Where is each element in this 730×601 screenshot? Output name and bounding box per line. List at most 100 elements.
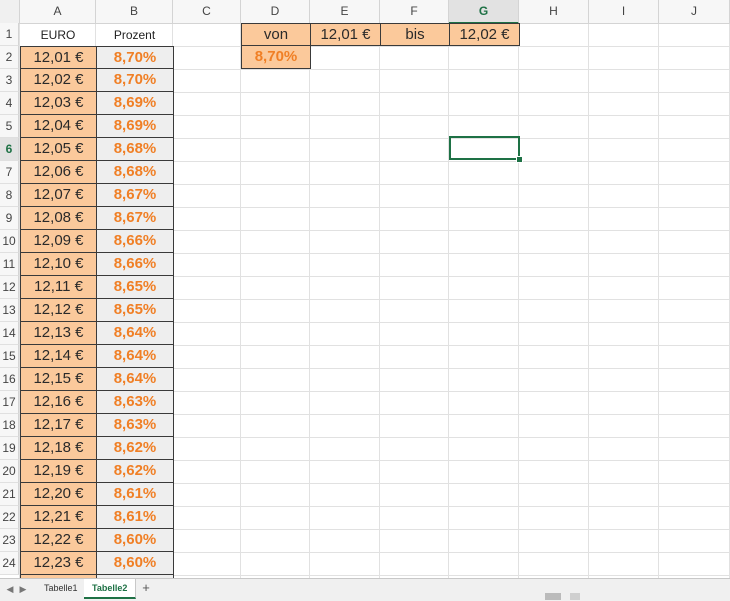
- percent-cell[interactable]: 8,67%: [97, 207, 174, 230]
- percent-cell[interactable]: 8,65%: [97, 276, 174, 299]
- column-header-row: ABCDEFGHIJ: [0, 0, 730, 24]
- fill-handle[interactable]: [516, 156, 523, 163]
- percent-cell[interactable]: 8,65%: [97, 299, 174, 322]
- percent-cell[interactable]: 8,61%: [97, 483, 174, 506]
- selected-cell-g6[interactable]: [449, 136, 520, 160]
- percent-cell[interactable]: 8,66%: [97, 253, 174, 276]
- row-header-16[interactable]: 16: [0, 368, 19, 391]
- row-header-17[interactable]: 17: [0, 391, 19, 414]
- euro-cell[interactable]: 12,21 €: [20, 506, 97, 529]
- row-header-18[interactable]: 18: [0, 414, 19, 437]
- column-header-h[interactable]: H: [519, 0, 589, 23]
- percent-cell[interactable]: 8,64%: [97, 322, 174, 345]
- euro-cell[interactable]: 12,13 €: [20, 322, 97, 345]
- row-header-22[interactable]: 22: [0, 506, 19, 529]
- percent-cell[interactable]: 8,69%: [97, 92, 174, 115]
- percent-cell[interactable]: 8,64%: [97, 368, 174, 391]
- row-header-21[interactable]: 21: [0, 483, 19, 506]
- euro-cell[interactable]: 12,14 €: [20, 345, 97, 368]
- column-header-c[interactable]: C: [173, 0, 241, 23]
- row-header-14[interactable]: 14: [0, 322, 19, 345]
- euro-cell[interactable]: 12,22 €: [20, 529, 97, 552]
- cell-g1-to-value[interactable]: 12,02 €: [449, 23, 520, 46]
- euro-cell[interactable]: 12,10 €: [20, 253, 97, 276]
- row-header-8[interactable]: 8: [0, 184, 19, 207]
- row-header-13[interactable]: 13: [0, 299, 19, 322]
- percent-cell[interactable]: 8,60%: [97, 529, 174, 552]
- euro-cell[interactable]: 12,04 €: [20, 115, 97, 138]
- cell-d1-von-label[interactable]: von: [241, 23, 311, 46]
- percent-cell[interactable]: 8,62%: [97, 437, 174, 460]
- row-header-9[interactable]: 9: [0, 207, 19, 230]
- select-all-corner[interactable]: [0, 0, 20, 23]
- percent-cell[interactable]: 8,63%: [97, 414, 174, 437]
- row-header-24[interactable]: 24: [0, 552, 19, 575]
- worksheet-grid[interactable]: ABCDEFGHIJ 1 2 3 4 5 6 7 8 9 10 11 12 13 14 15 16 17 18 19…: [0, 0, 730, 578]
- row-header-5[interactable]: 5: [0, 115, 19, 138]
- percent-cell[interactable]: 8,64%: [97, 345, 174, 368]
- euro-cell[interactable]: 12,02 €: [20, 69, 97, 92]
- euro-cell[interactable]: 12,15 €: [20, 368, 97, 391]
- percent-cell[interactable]: 8,66%: [97, 230, 174, 253]
- percent-cell[interactable]: 8,67%: [97, 184, 174, 207]
- normal-view-icon[interactable]: [545, 593, 561, 600]
- euro-cell[interactable]: 12,18 €: [20, 437, 97, 460]
- percent-cell[interactable]: 8,69%: [97, 115, 174, 138]
- row-header-11[interactable]: 11: [0, 253, 19, 276]
- column-header-f[interactable]: F: [380, 0, 449, 23]
- row-header-7[interactable]: 7: [0, 161, 19, 184]
- cell-e1-from-value[interactable]: 12,01 €: [310, 23, 381, 46]
- percent-cell[interactable]: 8,70%: [97, 69, 174, 92]
- euro-cell[interactable]: 12,05 €: [20, 138, 97, 161]
- cell-f1-bis-label[interactable]: bis: [380, 23, 450, 46]
- row-header-3[interactable]: 3: [0, 69, 19, 92]
- sheet-tab-bar: ◀ ▶ Tabelle1 Tabelle2 +: [0, 578, 730, 601]
- euro-cell[interactable]: 12,09 €: [20, 230, 97, 253]
- euro-cell[interactable]: 12,19 €: [20, 460, 97, 483]
- column-header-a[interactable]: A: [20, 0, 96, 23]
- percent-cell[interactable]: 8,62%: [97, 460, 174, 483]
- cell-a1-euro-header[interactable]: EURO: [20, 24, 96, 47]
- euro-cell[interactable]: 12,17 €: [20, 414, 97, 437]
- percent-cell[interactable]: 8,68%: [97, 138, 174, 161]
- prev-sheet-arrow-icon[interactable]: ◀: [5, 583, 15, 595]
- cell-b1-percent-header[interactable]: Prozent: [96, 24, 173, 47]
- row-header-23[interactable]: 23: [0, 529, 19, 552]
- percent-cell[interactable]: 8,61%: [97, 506, 174, 529]
- cell-d2-result[interactable]: 8,70%: [241, 46, 311, 69]
- euro-cell[interactable]: 12,07 €: [20, 184, 97, 207]
- add-sheet-button[interactable]: +: [138, 579, 154, 597]
- percent-cell[interactable]: 8,68%: [97, 161, 174, 184]
- row-header-12[interactable]: 12: [0, 276, 19, 299]
- row-header-20[interactable]: 20: [0, 460, 19, 483]
- column-header-j[interactable]: J: [659, 0, 730, 23]
- euro-cell[interactable]: 12,20 €: [20, 483, 97, 506]
- row-header-1[interactable]: 1: [0, 23, 19, 46]
- euro-cell[interactable]: 12,08 €: [20, 207, 97, 230]
- euro-cell[interactable]: 12,23 €: [20, 552, 97, 575]
- euro-cell[interactable]: 12,12 €: [20, 299, 97, 322]
- row-header-6[interactable]: 6: [0, 138, 19, 161]
- percent-cell[interactable]: 8,63%: [97, 391, 174, 414]
- euro-cell[interactable]: 12,01 €: [20, 46, 97, 69]
- euro-cell[interactable]: 12,11 €: [20, 276, 97, 299]
- row-header-19[interactable]: 19: [0, 437, 19, 460]
- column-header-e[interactable]: E: [310, 0, 380, 23]
- row-header-10[interactable]: 10: [0, 230, 19, 253]
- column-header-d[interactable]: D: [241, 0, 310, 23]
- column-header-b[interactable]: B: [96, 0, 173, 23]
- row-header-15[interactable]: 15: [0, 345, 19, 368]
- euro-cell[interactable]: 12,03 €: [20, 92, 97, 115]
- euro-cell[interactable]: 12,06 €: [20, 161, 97, 184]
- row-header-2[interactable]: 2: [0, 46, 19, 69]
- row-header-4[interactable]: 4: [0, 92, 19, 115]
- column-header-i[interactable]: I: [589, 0, 659, 23]
- column-header-g[interactable]: G: [449, 0, 519, 24]
- next-sheet-arrow-icon[interactable]: ▶: [18, 583, 28, 595]
- percent-cell[interactable]: 8,70%: [97, 46, 174, 69]
- page-layout-icon[interactable]: [570, 593, 580, 600]
- tab-tabelle1[interactable]: Tabelle1: [36, 579, 87, 597]
- euro-cell[interactable]: 12,16 €: [20, 391, 97, 414]
- tab-tabelle2[interactable]: Tabelle2: [84, 579, 137, 599]
- percent-cell[interactable]: 8,60%: [97, 552, 174, 575]
